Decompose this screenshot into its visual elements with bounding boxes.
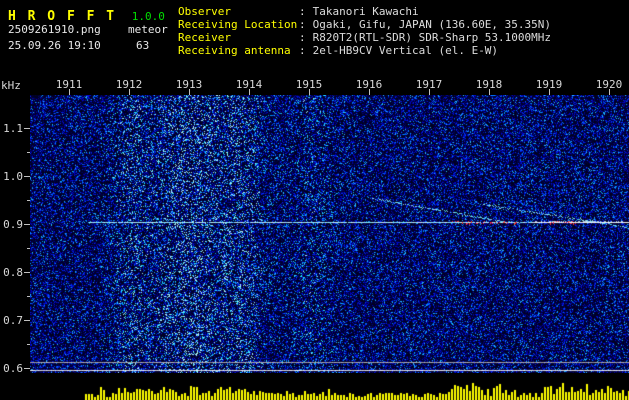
info-label: Receiving Location — [178, 18, 298, 31]
time-tick-label: 1918 — [475, 78, 503, 91]
station-info: Observer: Takanori Kawachi Receiving Loca… — [178, 5, 551, 57]
info-separator: : — [299, 31, 306, 44]
app-title: H R O F F T — [8, 9, 117, 24]
info-separator: : — [299, 44, 306, 57]
freq-axis-unit: kHz — [1, 79, 21, 92]
freq-tick-label: 0.6 — [3, 362, 23, 375]
app-version: 1.0.0 — [131, 10, 165, 23]
time-tick-label: 1911 — [55, 78, 83, 91]
time-tick-label: 1913 — [175, 78, 203, 91]
info-label: Receiving antenna — [178, 44, 291, 57]
spectrogram-canvas — [30, 95, 629, 373]
time-tick-label: 1912 — [115, 78, 143, 91]
info-label: Observer — [178, 5, 231, 18]
info-value: R820T2(RTL-SDR) SDR-Sharp 53.1000MHz — [312, 31, 552, 44]
info-row-location: Receiving Location: Ogaki, Gifu, JAPAN (1… — [178, 18, 551, 31]
freq-tick-label: 1.1 — [3, 122, 23, 135]
freq-tick-label: 1.0 — [3, 170, 23, 183]
info-row-antenna: Receiving antenna:2el-HB9CV Vertical (el… — [178, 44, 551, 57]
info-row-receiver: Receiver: R820T2(RTL-SDR) SDR-Sharp 53.10… — [178, 31, 551, 44]
time-tick-label: 1915 — [295, 78, 323, 91]
observation-datetime: 25.09.26 19:10 — [8, 39, 101, 52]
time-tick-label: 1916 — [355, 78, 383, 91]
time-tick-label: 1917 — [415, 78, 443, 91]
freq-tick-label: 0.8 — [3, 266, 23, 279]
time-tick-label: 1920 — [595, 78, 623, 91]
info-separator: : — [299, 18, 306, 31]
info-separator: : — [299, 5, 306, 18]
info-value: 2el-HB9CV Vertical (el. E-W) — [312, 44, 499, 57]
info-value: Takanori Kawachi — [312, 5, 419, 18]
hrofft-screen: H R O F F T 1.0.0 2509261910.png meteor … — [0, 0, 629, 400]
brand: H R O F F T 1.0.0 — [8, 5, 165, 24]
signal-level-bars-canvas — [0, 375, 629, 400]
info-row-observer: Observer: Takanori Kawachi — [178, 5, 551, 18]
freq-tick-label: 0.9 — [3, 218, 23, 231]
observation-mode: meteor — [128, 23, 168, 36]
freq-tick-label: 0.7 — [3, 314, 23, 327]
time-tick-label: 1919 — [535, 78, 563, 91]
echo-count: 63 — [136, 39, 150, 52]
time-tick-label: 1914 — [235, 78, 263, 91]
info-value: Ogaki, Gifu, JAPAN (136.60E, 35.35N) — [312, 18, 552, 31]
info-label: Receiver — [178, 31, 231, 44]
output-filename: 2509261910.png — [8, 23, 101, 36]
